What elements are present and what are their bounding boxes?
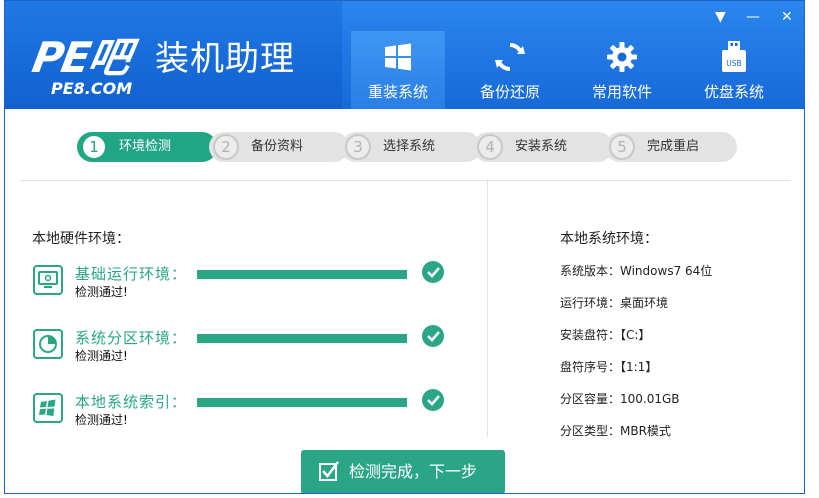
step-install-system: 4 安装系统 [473, 132, 613, 162]
step-environment-check: 1 环境检测 [77, 132, 217, 162]
nav-label: 优盘系统 [703, 83, 764, 101]
logo-domain: PE8.COM [51, 79, 133, 98]
check-progress-bar [197, 398, 407, 407]
info-partition-type: 分区类型：MBR模式 [560, 424, 671, 438]
step-backup-data: 2 备份资料 [209, 132, 349, 162]
gear-icon [607, 42, 637, 72]
step-progress: 1 环境检测 2 备份资料 3 选择系统 4 安装系统 5 完成重启 [77, 132, 737, 162]
brand-logo: PE吧 PE8.COM [29, 33, 153, 98]
step-select-system: 3 选择系统 [341, 132, 481, 162]
check-pass-icon [422, 325, 444, 347]
check-status: 检测通过! [75, 413, 128, 427]
check-progress-bar [197, 270, 407, 279]
check-pass-icon [422, 261, 444, 283]
sync-icon [495, 42, 525, 72]
info-partition-size: 分区容量：100.01GB [560, 392, 680, 406]
app-title: 装机助理 [155, 39, 295, 79]
header-bar: PE吧 PE8.COM 装机助理 重装系统 备份还原 常用软件 USB 优盘系统… [5, 1, 804, 109]
divider-vertical [487, 181, 488, 437]
info-os-version: 系统版本：Windows7 64位 [560, 264, 713, 278]
minimize-button[interactable]: — [746, 9, 760, 25]
nav-common-software[interactable]: 常用软件 [575, 31, 669, 109]
info-install-drive: 安装盘符：【C:】 [560, 328, 651, 342]
step-label: 备份资料 [251, 139, 304, 154]
check-item-name: 系统分区环境： [75, 329, 188, 347]
next-step-label: 检测完成，下一步 [349, 462, 478, 481]
nav-usb-system[interactable]: USB 优盘系统 [687, 31, 781, 109]
check-item-name: 本地系统索引： [75, 393, 188, 411]
pie-chart-icon [33, 329, 63, 359]
system-section-title: 本地系统环境： [560, 231, 658, 247]
windows-icon [33, 393, 63, 423]
nav-backup-restore[interactable]: 备份还原 [463, 31, 557, 109]
step-number: 4 [477, 134, 503, 160]
step-label: 选择系统 [383, 139, 436, 154]
step-finish-restart: 5 完成重启 [605, 132, 737, 162]
logo-mark: PE吧 [28, 33, 133, 82]
checkbox-check-icon [319, 461, 339, 481]
nav-label: 重装系统 [367, 83, 428, 101]
step-label: 安装系统 [515, 139, 568, 154]
check-item-system-index: 本地系统索引： 检测通过! [33, 389, 473, 437]
nav-label: 备份还原 [479, 83, 540, 101]
menu-dropdown-icon[interactable]: ▼ [715, 9, 726, 25]
step-label: 完成重启 [647, 139, 700, 154]
info-drive-index: 盘符序号：【1:1】 [560, 360, 658, 374]
check-progress-bar [197, 334, 407, 343]
nav-reinstall-system[interactable]: 重装系统 [351, 31, 445, 109]
app-window: PE吧 PE8.COM 装机助理 重装系统 备份还原 常用软件 USB 优盘系统… [4, 0, 805, 494]
info-runtime: 运行环境：桌面环境 [560, 296, 669, 310]
check-item-partition: 系统分区环境： 检测通过! [33, 325, 473, 373]
check-item-basic-runtime: 基础运行环境： 检测通过! [33, 261, 473, 309]
step-number: 1 [81, 134, 107, 160]
step-number: 3 [345, 134, 371, 160]
nav-label: 常用软件 [591, 83, 652, 101]
check-item-name: 基础运行环境： [75, 265, 188, 283]
windows-icon [385, 43, 411, 71]
step-number: 2 [213, 134, 239, 160]
close-button[interactable]: ✕ [781, 9, 793, 25]
hardware-section-title: 本地硬件环境： [32, 231, 130, 247]
step-label: 环境检测 [119, 139, 172, 154]
usb-icon: USB [722, 41, 746, 72]
check-pass-icon [422, 389, 444, 411]
next-step-button[interactable]: 检测完成，下一步 [301, 450, 505, 493]
step-number: 5 [609, 134, 635, 160]
check-status: 检测通过! [75, 349, 128, 363]
monitor-icon [33, 265, 63, 295]
check-status: 检测通过! [75, 285, 128, 299]
usb-icon-text: USB [726, 59, 741, 68]
divider-horizontal [20, 180, 791, 181]
